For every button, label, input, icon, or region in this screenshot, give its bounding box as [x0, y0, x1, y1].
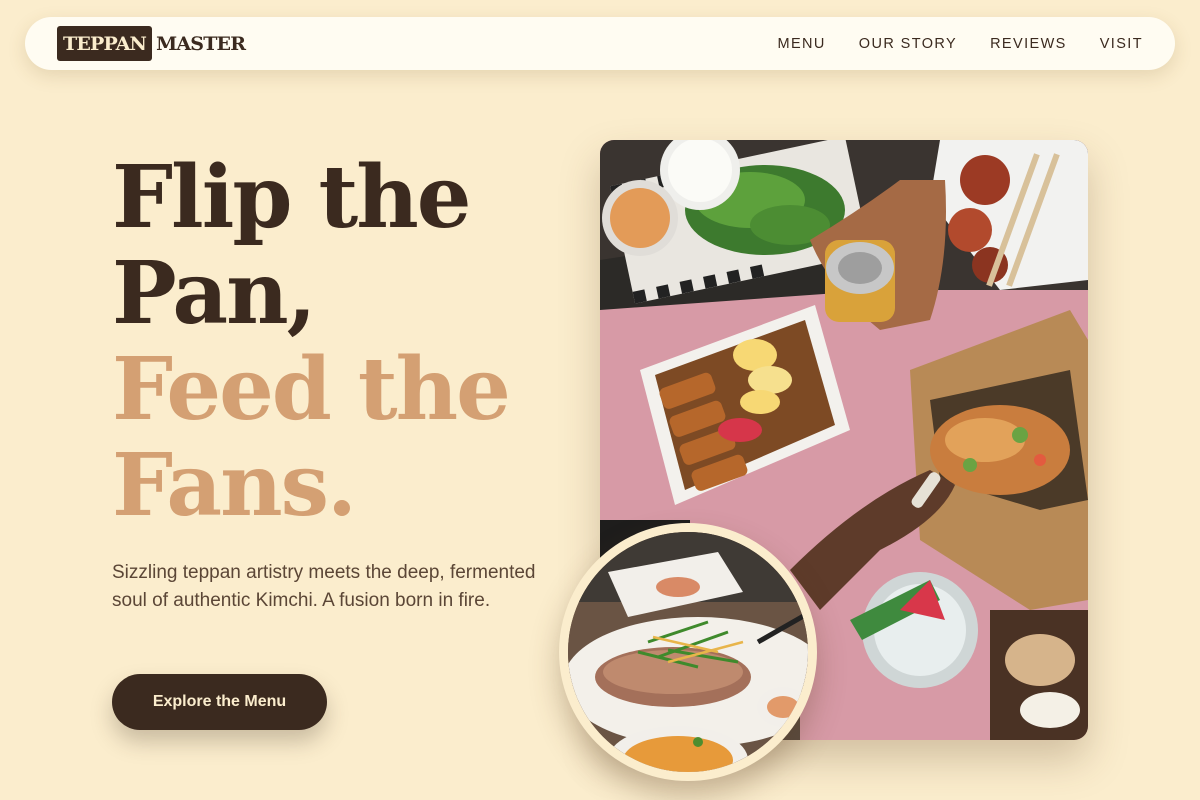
nav-link-visit[interactable]: VISIT	[1100, 36, 1143, 52]
headline-line-2: Pan,	[112, 243, 317, 344]
top-navbar: TEPPAN MASTER MENU OUR STORY REVIEWS VIS…	[25, 17, 1175, 70]
headline-line-4: Fans.	[112, 435, 357, 536]
hero-subtext: Sizzling teppan artistry meets the deep,…	[112, 562, 536, 611]
nav-link-our-story[interactable]: OUR STORY	[859, 36, 957, 52]
hero-headline: Flip the Pan, Feed the Fans.	[112, 147, 511, 536]
logo-text: MASTER	[156, 32, 246, 55]
landing-page: TEPPAN MASTER MENU OUR STORY REVIEWS VIS…	[0, 0, 1200, 800]
nav-links: MENU OUR STORY REVIEWS VISIT	[777, 36, 1143, 52]
nav-link-reviews[interactable]: REVIEWS	[990, 36, 1067, 52]
headline-line-3: Feed the	[112, 339, 511, 440]
explore-menu-button[interactable]: Explore the Menu	[112, 674, 327, 730]
grilled-fish-illustration	[568, 532, 808, 772]
grilled-fish-dish-photo	[559, 523, 817, 781]
headline-line-1: Flip the	[112, 147, 471, 248]
brand-logo[interactable]: TEPPAN MASTER	[57, 26, 246, 61]
nav-link-menu[interactable]: MENU	[777, 36, 825, 52]
logo-boxed-text: TEPPAN	[57, 26, 153, 61]
